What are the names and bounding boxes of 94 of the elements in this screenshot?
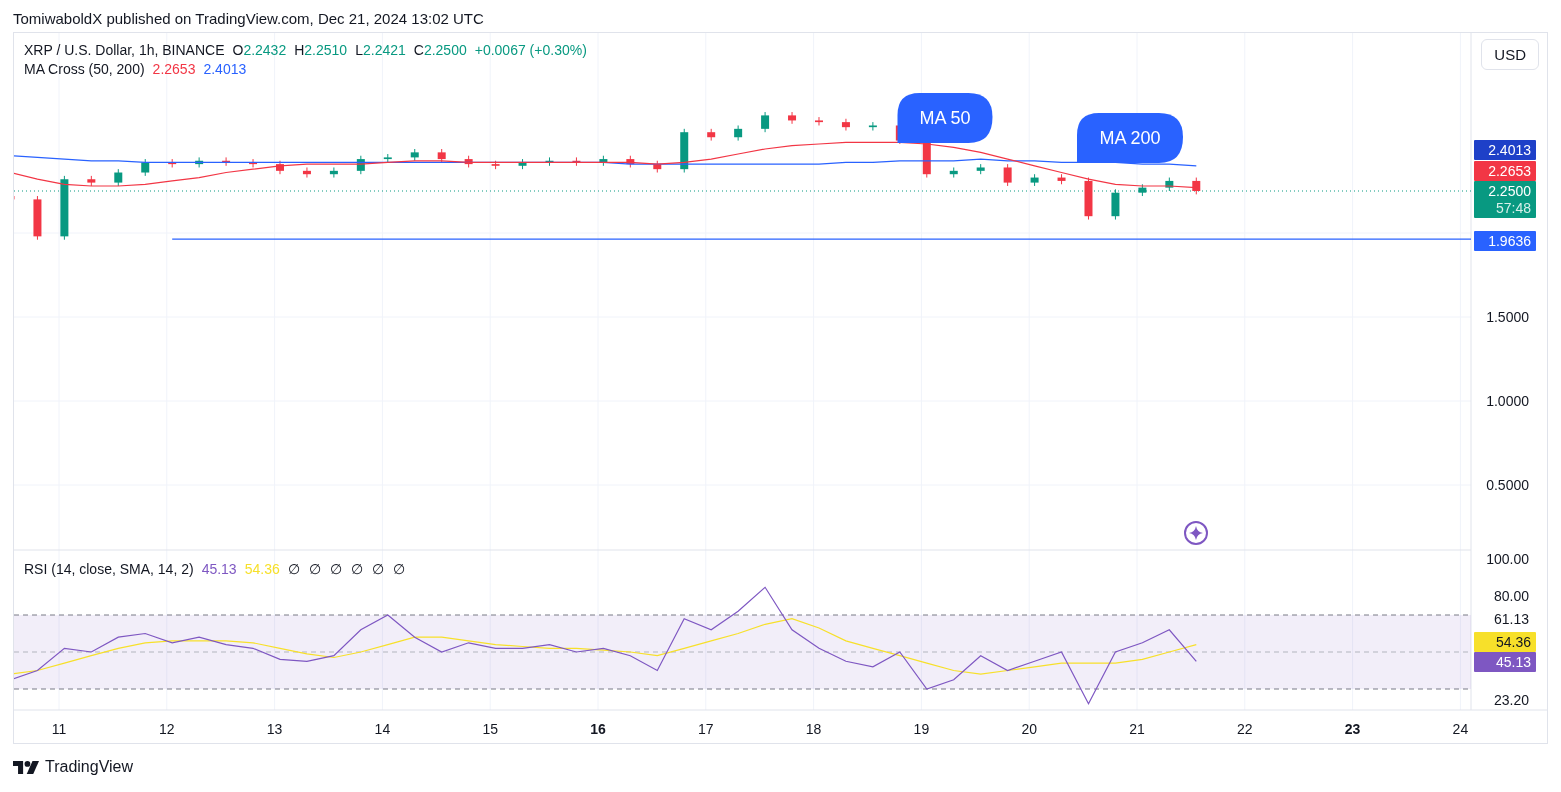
candle	[841, 118, 850, 131]
empty-value: ∅	[287, 561, 300, 577]
candle	[1111, 188, 1120, 221]
candle	[302, 167, 311, 179]
candle	[410, 148, 419, 162]
empty-value: ∅	[371, 561, 384, 577]
price-tag: 2.2653	[1474, 161, 1536, 181]
ohlc-value: L2.2421	[355, 42, 406, 58]
time-axis-label: 14	[374, 721, 391, 737]
time-axis-label: 19	[913, 721, 930, 737]
price-tag: 1.9636	[1474, 231, 1536, 251]
rsi-axis-label: 100.00	[1486, 551, 1529, 567]
candle	[114, 168, 123, 187]
time-axis-label: 22	[1237, 721, 1253, 737]
attribution-text: TomiwaboldX published on TradingView.com, Dec 21, 2024 13:02 UTC	[13, 10, 484, 27]
symbol-title: XRP / U.S. Dollar, 1h, BINANCE	[24, 42, 225, 58]
time-axis-label: 24	[1452, 721, 1469, 737]
candle	[87, 175, 96, 187]
empty-value: ∅	[308, 561, 321, 577]
candle	[195, 156, 204, 168]
rsi-value: 45.13	[201, 561, 237, 577]
sparkle-icon[interactable]	[1184, 521, 1208, 545]
rsi-title: RSI (14, close, SMA, 14, 2)	[24, 561, 194, 577]
indicator-value: 2.4013	[203, 61, 247, 77]
candle	[141, 158, 150, 177]
tradingview-logo-icon	[13, 760, 39, 774]
candle	[815, 116, 823, 126]
candle	[437, 148, 446, 163]
time-axis-label: 20	[1021, 721, 1037, 737]
empty-value: ∅	[329, 561, 342, 577]
candle	[761, 111, 770, 133]
price-axis-label: 1.0000	[1486, 393, 1529, 409]
candle	[734, 125, 743, 142]
callout-label: MA 200	[1077, 113, 1183, 163]
ohlc-value: C2.2500	[413, 42, 467, 58]
candle	[1138, 183, 1147, 197]
candle	[33, 195, 42, 241]
candle	[1030, 173, 1039, 187]
indicator-title: MA Cross (50, 200)	[24, 61, 145, 77]
candle	[356, 155, 365, 175]
candle	[599, 155, 608, 167]
candle	[383, 153, 392, 163]
time-axis-label: 23	[1344, 721, 1361, 737]
price-axis-label: 1.5000	[1486, 309, 1529, 325]
candle	[1084, 177, 1093, 221]
rsi-axis-label: 23.20	[1493, 692, 1529, 708]
rsi-axis-label: 80.00	[1493, 588, 1529, 604]
candle	[329, 167, 338, 179]
time-axis-label: 15	[482, 721, 498, 737]
rsi-value-tag: 45.13	[1474, 652, 1536, 672]
candle	[545, 156, 554, 167]
candle	[868, 121, 877, 131]
time-axis-label: 12	[159, 721, 175, 737]
candle	[1165, 177, 1174, 192]
candle	[1057, 173, 1066, 185]
candle	[976, 163, 985, 175]
price-axis-label: 0.5000	[1486, 477, 1529, 493]
candle	[1003, 163, 1012, 187]
candle	[168, 158, 177, 168]
brand-name: TradingView	[45, 758, 134, 776]
candle	[572, 156, 581, 167]
time-axis-label: 16	[590, 721, 606, 737]
candle	[653, 160, 662, 173]
candle	[1192, 177, 1201, 195]
candle	[626, 155, 635, 168]
candle	[222, 156, 231, 167]
ohlc-value: O2.2432	[232, 42, 287, 58]
rsi-value-tag: 54.36	[1474, 632, 1536, 652]
callout-label: MA 50	[897, 93, 993, 143]
candle	[680, 128, 689, 173]
candle	[707, 128, 716, 142]
rsi-axis-label: 61.13	[1493, 611, 1529, 627]
rsi-value: 54.36	[244, 561, 280, 577]
price-change: +0.0067 (+0.30%)	[474, 42, 587, 58]
last-price-tag: 2.2500 57:48	[1474, 181, 1536, 218]
time-axis-label: 11	[51, 721, 67, 737]
ohlc-value: H2.2510	[294, 42, 348, 58]
time-axis-label: 13	[266, 721, 283, 737]
time-axis-label: 18	[805, 721, 822, 737]
candle	[788, 111, 797, 125]
candle	[464, 155, 473, 168]
currency-button[interactable]: USD	[1481, 39, 1539, 70]
empty-value: ∅	[392, 561, 405, 577]
candle	[60, 175, 69, 241]
indicator-value: 2.2653	[152, 61, 196, 77]
candle	[518, 158, 527, 170]
time-axis-label: 21	[1129, 721, 1145, 737]
price-tag: 2.4013	[1474, 140, 1536, 160]
candle	[276, 160, 284, 175]
candle	[949, 167, 958, 179]
empty-value: ∅	[350, 561, 363, 577]
candle	[249, 158, 258, 168]
time-axis-label: 17	[698, 721, 714, 737]
candle	[491, 160, 500, 170]
